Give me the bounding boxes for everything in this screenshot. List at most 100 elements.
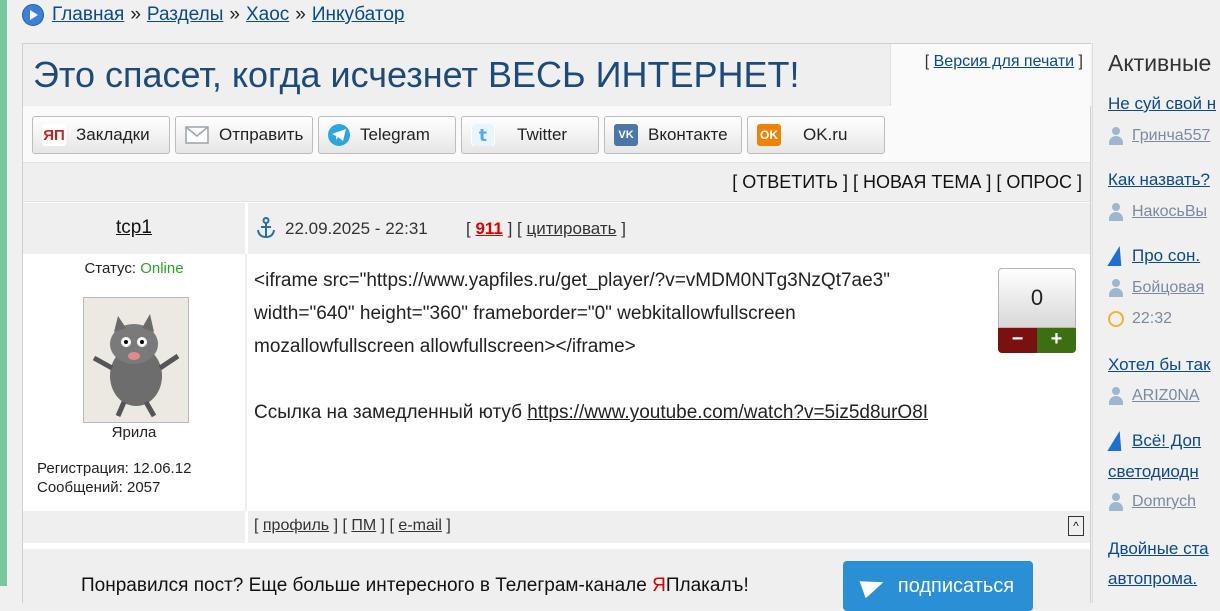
sidebar-topic-user: Гринча557 (1108, 127, 1210, 145)
sidebar-user-link[interactable]: Гринча557 (1132, 127, 1210, 145)
message-count: Сообщений: 2057 (37, 479, 161, 496)
share-button-label: Отправить (219, 125, 304, 144)
post-body-line: <iframe src="https://www.yapfiles.ru/get… (254, 270, 890, 291)
share-button-label: Закладки (76, 125, 150, 144)
sidebar-topic-link[interactable]: светодиодн (1108, 462, 1199, 481)
topic-panel: Это спасет, когда исчезнет ВЕСЬ ИНТЕРНЕТ… (22, 43, 1091, 611)
share-button-label: OK.ru (803, 125, 848, 144)
rating-value: 0 (998, 268, 1076, 328)
avatar-caption: Ярила (111, 424, 157, 441)
ok-icon: OK (757, 124, 781, 146)
sidebar-time: 22:32 (1132, 310, 1173, 327)
sidebar-topic-link[interactable]: Двойные ста (1108, 539, 1209, 558)
breadcrumb-separator: » (229, 4, 240, 25)
telegram-promo: Понравился пост? Еще больше интересного … (23, 549, 1090, 611)
post-rating: 0 − + (998, 268, 1076, 355)
sidebar-topic-link[interactable]: Хотел бы так (1108, 355, 1211, 374)
anchor-icon[interactable] (256, 217, 276, 239)
sidebar-topic-link[interactable]: автопрома. (1108, 569, 1197, 588)
email-link[interactable]: e-mail (398, 517, 442, 534)
sidebar-topic-user: Бойцовая (1108, 279, 1204, 297)
hot-topic-icon (1108, 431, 1124, 451)
share-bookmarks-button[interactable]: ЯП Закладки (32, 116, 170, 154)
home-play-icon[interactable] (22, 4, 44, 26)
share-button-label: Telegram (360, 125, 430, 144)
post-footer: [ профиль ] [ ПМ ] [ e-mail ] ^ (248, 511, 1090, 543)
post-footer-links: [ профиль ] [ ПМ ] [ e-mail ] (254, 517, 451, 534)
status-label: Статус: (84, 260, 137, 277)
print-version-box: [ Версия для печати ] (890, 44, 1091, 106)
avatar[interactable] (83, 297, 189, 423)
share-telegram-button[interactable]: Telegram (318, 116, 456, 154)
share-vk-button[interactable]: VK Вконтакте (604, 116, 742, 154)
breadcrumb-sections[interactable]: Разделы (147, 4, 223, 26)
youtube-link[interactable]: https://www.youtube.com/watch?v=5iz5d8ur… (527, 402, 928, 423)
sidebar-topic-link[interactable]: Не суй свой н (1108, 94, 1216, 113)
post-body: <iframe src="https://www.yapfiles.ru/get… (254, 264, 994, 429)
sidebar-topic-time: 22:32 (1108, 310, 1172, 328)
print-version-link[interactable]: Версия для печати (934, 53, 1074, 70)
sidebar-topic: Хотел бы так (1108, 355, 1211, 375)
profile-link[interactable]: профиль (263, 517, 329, 534)
post-body-line: mozallowfullscreen allowfullscreen></ifr… (254, 336, 636, 357)
sidebar-topic: Про сон. (1108, 246, 1200, 266)
sidebar-topic-user: НакосьВы (1108, 203, 1207, 221)
left-accent-stripe (0, 0, 7, 586)
share-toolbar: ЯП Закладки Отправить Telegram t Twitter… (23, 106, 1090, 162)
share-email-button[interactable]: Отправить (175, 116, 313, 154)
twitter-icon: t (471, 124, 495, 146)
sidebar-topic-link[interactable]: Как назвать? (1108, 170, 1210, 189)
poll-button[interactable]: ОПРОС (1006, 172, 1072, 192)
vk-icon: VK (614, 124, 638, 146)
user-icon (1108, 279, 1124, 297)
breadcrumb-separator: » (130, 4, 141, 25)
share-twitter-button[interactable]: t Twitter (461, 116, 599, 154)
svg-text:t: t (479, 126, 487, 146)
sidebar-topic: Не суй свой н (1108, 94, 1216, 114)
user-icon (1108, 493, 1124, 511)
telegram-icon (328, 124, 350, 146)
status-badge: Online (140, 260, 184, 277)
sidebar-topic-user: Domrych (1108, 493, 1196, 511)
sidebar-title: Активные (1108, 50, 1212, 76)
pm-link[interactable]: ПМ (351, 517, 376, 534)
author-status: Статус: Online (23, 260, 245, 277)
promo-text: Понравился пост? Еще больше интересного … (81, 575, 749, 597)
scroll-to-top-button[interactable]: ^ (1068, 516, 1084, 536)
sidebar-user-link[interactable]: ARIZ0NA (1132, 387, 1200, 405)
breadcrumb-chaos[interactable]: Хаос (246, 4, 289, 26)
post-body-link-line: Ссылка на замедленный ютуб https://www.y… (254, 396, 994, 429)
sidebar-topic-link[interactable]: Всё! Доп (1132, 431, 1201, 451)
new-topic-button[interactable]: НОВАЯ ТЕМА (863, 172, 981, 192)
rating-plus-button[interactable]: + (1037, 328, 1076, 353)
rating-buttons: − + (998, 328, 1076, 353)
subscribe-button[interactable]: подписаться (843, 561, 1033, 611)
post-author-link[interactable]: tcp1 (23, 217, 245, 239)
rating-minus-button[interactable]: − (998, 328, 1037, 353)
post-author-header: tcp1 (23, 203, 247, 254)
print-version: [ Версия для печати ] (924, 53, 1083, 70)
sidebar-user-link[interactable]: Domrych (1132, 493, 1196, 511)
sidebar-user-link[interactable]: Бойцовая (1132, 279, 1204, 297)
user-icon (1108, 387, 1124, 405)
clock-icon (1108, 311, 1124, 327)
topic-title-row: Это спасет, когда исчезнет ВЕСЬ ИНТЕРНЕТ… (23, 44, 1091, 107)
post-meta: [ 911 ] [ цитировать ] (466, 219, 626, 238)
page-title: Это спасет, когда исчезнет ВЕСЬ ИНТЕРНЕТ… (33, 54, 800, 95)
post-date: 22.09.2025 - 22:31 (285, 219, 428, 238)
user-icon (1108, 127, 1124, 145)
sidebar-user-link[interactable]: НакосьВы (1132, 203, 1207, 221)
share-ok-button[interactable]: OK OK.ru (747, 116, 885, 154)
reply-button[interactable]: ОТВЕТИТЬ (742, 172, 838, 192)
envelope-icon (185, 124, 209, 146)
link-prefix: Ссылка на замедленный ютуб (254, 402, 528, 423)
post-number-link[interactable]: 911 (475, 219, 502, 238)
yap-bookmark-icon: ЯП (42, 124, 66, 146)
breadcrumb-separator: » (295, 4, 306, 25)
quote-link[interactable]: цитировать (527, 219, 617, 238)
user-icon (1108, 203, 1124, 221)
sidebar-topic-link[interactable]: Про сон. (1132, 246, 1200, 266)
breadcrumb-incubator[interactable]: Инкубатор (312, 4, 405, 26)
breadcrumb-home[interactable]: Главная (52, 4, 124, 26)
sidebar-topic-cont: светодиодн (1108, 462, 1199, 482)
